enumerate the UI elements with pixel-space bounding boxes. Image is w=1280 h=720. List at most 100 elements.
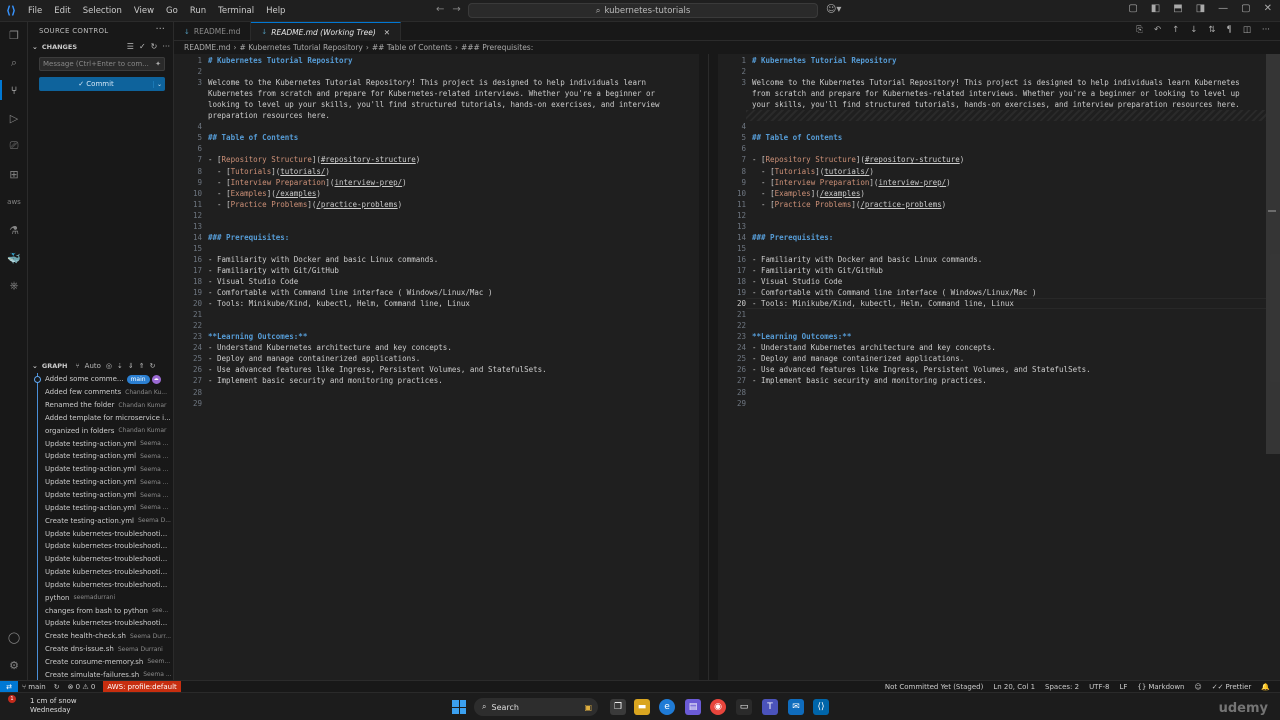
- code-line[interactable]: 5 ## Table of Contents: [174, 132, 699, 143]
- graph-commit-row[interactable]: Update testing-action.yml Seema ...: [34, 488, 172, 502]
- code-line[interactable]: 7 - [Repository Structure](#repository-st…: [718, 154, 1266, 165]
- breadcrumb-item[interactable]: ## Table of Contents: [372, 43, 452, 52]
- vscode-taskbar-icon[interactable]: ⟨⟩: [813, 699, 829, 715]
- copilot-status-icon[interactable]: ☺: [1190, 683, 1205, 691]
- code-line[interactable]: 28: [718, 387, 1266, 398]
- code-line[interactable]: 22: [718, 320, 1266, 331]
- code-line[interactable]: 3 Welcome to the Kubernetes Tutorial Repo…: [174, 77, 699, 88]
- commit-dropdown-chevron-icon[interactable]: ⌄: [153, 80, 165, 88]
- commit-message-input[interactable]: Message (Ctrl+Enter to com... ✦: [39, 57, 165, 71]
- breadcrumb-item[interactable]: ### Prerequisites:: [461, 43, 533, 52]
- code-line[interactable]: 27 - Implement basic security and monitor…: [174, 375, 699, 386]
- refresh-icon[interactable]: ↻: [150, 362, 156, 370]
- graph-commit-row[interactable]: Update kubernetes-troubleshooti...: [34, 565, 172, 579]
- menu-item-file[interactable]: File: [22, 6, 48, 16]
- graph-commit-row[interactable]: Update testing-action.yml Seema ...: [34, 437, 172, 451]
- code-line[interactable]: 13: [718, 221, 1266, 232]
- code-line[interactable]: 29: [718, 398, 1266, 409]
- code-line[interactable]: 18 - Visual Studio Code: [174, 276, 699, 287]
- code-line[interactable]: 14 ### Prerequisites:: [174, 232, 699, 243]
- commit-check-icon[interactable]: ✓: [139, 42, 146, 51]
- graph-commit-row[interactable]: Create health-check.sh Seema Durr...: [34, 629, 172, 643]
- code-line[interactable]: 28: [174, 387, 699, 398]
- code-line[interactable]: 1 # Kubernetes Tutorial Repository: [718, 55, 1266, 66]
- graph-commit-row[interactable]: changes from bash to python see...: [34, 604, 172, 618]
- graph-commit-row[interactable]: Update testing-action.yml Seema ...: [34, 450, 172, 463]
- graph-commit-row[interactable]: Update kubernetes-troubleshooti...: [34, 552, 172, 566]
- graph-commit-row[interactable]: Added some comme... main ☁: [34, 373, 172, 386]
- outlook-icon[interactable]: ✉: [788, 699, 804, 715]
- source-control-icon[interactable]: ⑂: [6, 82, 22, 98]
- graph-commit-row[interactable]: Create testing-action.yml Seema D...: [34, 514, 172, 528]
- graph-commit-row[interactable]: organized in folders Chandan Kumar: [34, 424, 172, 438]
- code-line[interactable]: 25 - Deploy and manage containerized appl…: [174, 353, 699, 364]
- menu-item-run[interactable]: Run: [184, 6, 212, 16]
- code-line[interactable]: 15: [174, 243, 699, 254]
- graph-commit-row[interactable]: Create dns-issue.sh Seema Durrani: [34, 642, 172, 656]
- menu-item-terminal[interactable]: Terminal: [212, 6, 260, 16]
- sparkle-icon[interactable]: ✦: [155, 60, 161, 68]
- code-line[interactable]: 1 # Kubernetes Tutorial Repository: [174, 55, 699, 66]
- code-line[interactable]: 11 - [Practice Problems](/practice-probl…: [174, 199, 699, 210]
- code-line[interactable]: your skills, you'll find structured tuto…: [718, 99, 1266, 110]
- explorer-icon[interactable]: ❐: [6, 27, 22, 43]
- code-line[interactable]: 25 - Deploy and manage containerized appl…: [718, 353, 1266, 364]
- code-line[interactable]: 18 - Visual Studio Code: [718, 276, 1266, 287]
- run-debug-icon[interactable]: ▷: [6, 110, 22, 126]
- code-line[interactable]: 15: [718, 243, 1266, 254]
- branch-filter-icon[interactable]: ⑂: [75, 362, 79, 370]
- code-line[interactable]: 17 - Familiarity with Git/GitHub: [174, 265, 699, 276]
- forward-arrow-icon[interactable]: →: [452, 4, 460, 15]
- file-explorer-icon[interactable]: ▬: [634, 699, 650, 715]
- code-line[interactable]: 24 - Understand Kubernetes architecture a…: [174, 342, 699, 353]
- code-line[interactable]: 21: [718, 309, 1266, 320]
- next-change-icon[interactable]: ↓: [1190, 25, 1197, 35]
- code-line[interactable]: 13: [174, 221, 699, 232]
- code-line[interactable]: 9 - [Interview Preparation](interview-pr…: [718, 177, 1266, 188]
- code-line[interactable]: 19 - Comfortable with Command line interf…: [718, 287, 1266, 298]
- notifications-bell-icon[interactable]: 🔔: [1257, 683, 1274, 691]
- tab-readme[interactable]: ↓ README.md: [174, 22, 252, 41]
- copilot-icon[interactable]: ☺▾: [826, 4, 841, 15]
- code-line[interactable]: 21: [174, 309, 699, 320]
- task-view-icon[interactable]: ❐: [610, 699, 626, 715]
- open-file-icon[interactable]: ⎘: [1136, 25, 1143, 35]
- branch-indicator[interactable]: ⑂ main: [18, 683, 50, 691]
- sidebar-toggle-icon[interactable]: ◧: [1151, 3, 1160, 14]
- code-line[interactable]: 12: [174, 210, 699, 221]
- graph-commit-row[interactable]: Added template for microservice i...: [34, 411, 172, 425]
- diff-right-pane[interactable]: 1 # Kubernetes Tutorial Repository 2 3 Welco…: [718, 54, 1266, 680]
- aws-icon[interactable]: aws: [6, 194, 22, 210]
- code-line[interactable]: 23 **Learning Outcomes:**: [718, 331, 1266, 342]
- graph-commit-row[interactable]: Update kubernetes-troubleshooti...: [34, 578, 172, 592]
- pull-icon[interactable]: ⇓: [128, 362, 134, 370]
- refresh-icon[interactable]: ↻: [151, 42, 158, 51]
- menu-item-view[interactable]: View: [128, 6, 160, 16]
- left-scrollbar[interactable]: [690, 54, 698, 680]
- diff-separator[interactable]: [699, 54, 718, 680]
- code-line[interactable]: 16 - Familiarity with Docker and basic Li…: [174, 254, 699, 265]
- breadcrumb-item[interactable]: # Kubernetes Tutorial Repository: [240, 43, 363, 52]
- code-line[interactable]: 27 - Implement basic security and monitor…: [718, 375, 1266, 386]
- code-line[interactable]: 19 - Comfortable with Command line interf…: [174, 287, 699, 298]
- code-line[interactable]: 9 - [Interview Preparation](interview-pr…: [174, 177, 699, 188]
- testing-icon[interactable]: ⚗: [6, 222, 22, 238]
- problems-indicator[interactable]: ⊗ 0 ⚠ 0: [64, 683, 100, 691]
- tab-readme-working-tree[interactable]: ↓ README.md (Working Tree) ✕: [251, 22, 402, 41]
- menu-item-go[interactable]: Go: [160, 6, 184, 16]
- code-line[interactable]: 16 - Familiarity with Docker and basic Li…: [718, 254, 1266, 265]
- weather-widget[interactable]: 1 1 cm of snow Wednesday: [8, 695, 77, 715]
- code-line[interactable]: 24 - Understand Kubernetes architecture a…: [718, 342, 1266, 353]
- kubernetes-icon[interactable]: ⎈: [6, 278, 22, 294]
- code-line[interactable]: 3 Welcome to the Kubernetes Tutorial Repo…: [718, 77, 1266, 88]
- push-icon[interactable]: ⇑: [139, 362, 145, 370]
- revert-icon[interactable]: ↶: [1154, 25, 1161, 35]
- remote-explorer-icon[interactable]: ⎚: [6, 138, 22, 154]
- split-editor-icon[interactable]: ◫: [1243, 25, 1251, 35]
- code-line[interactable]: 12: [718, 210, 1266, 221]
- code-line[interactable]: 10 - [Examples](/examples): [718, 188, 1266, 199]
- graph-commit-row[interactable]: Create consume-memory.sh Seem...: [34, 655, 172, 669]
- search-icon[interactable]: ⌕: [6, 55, 22, 71]
- previous-change-icon[interactable]: ↑: [1172, 25, 1179, 35]
- chrome-icon[interactable]: ◉: [710, 699, 726, 715]
